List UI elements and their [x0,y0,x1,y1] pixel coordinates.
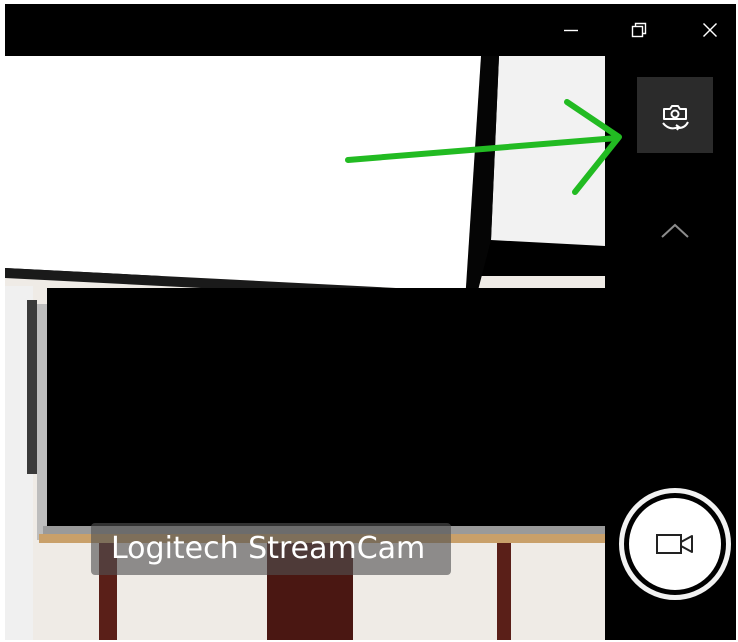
title-bar [5,4,736,56]
camera-preview: Logitech StreamCam [5,56,605,640]
camera-controls-rail [605,56,736,640]
minimize-icon [564,29,578,32]
switch-camera-icon [662,105,689,131]
record-button-inner [629,498,721,590]
record-video-button[interactable] [619,488,731,600]
minimize-button[interactable] [546,4,596,56]
close-icon [703,23,717,37]
restore-icon [631,22,647,38]
expand-controls-button[interactable] [645,211,705,251]
video-camera-icon [656,534,693,554]
camera-name-label: Logitech StreamCam [91,523,451,575]
close-button[interactable] [685,4,735,56]
camera-app-window: Logitech StreamCam [5,4,736,640]
chevron-up-icon [661,223,689,238]
switch-camera-button[interactable] [637,77,713,153]
restore-button[interactable] [614,4,664,56]
